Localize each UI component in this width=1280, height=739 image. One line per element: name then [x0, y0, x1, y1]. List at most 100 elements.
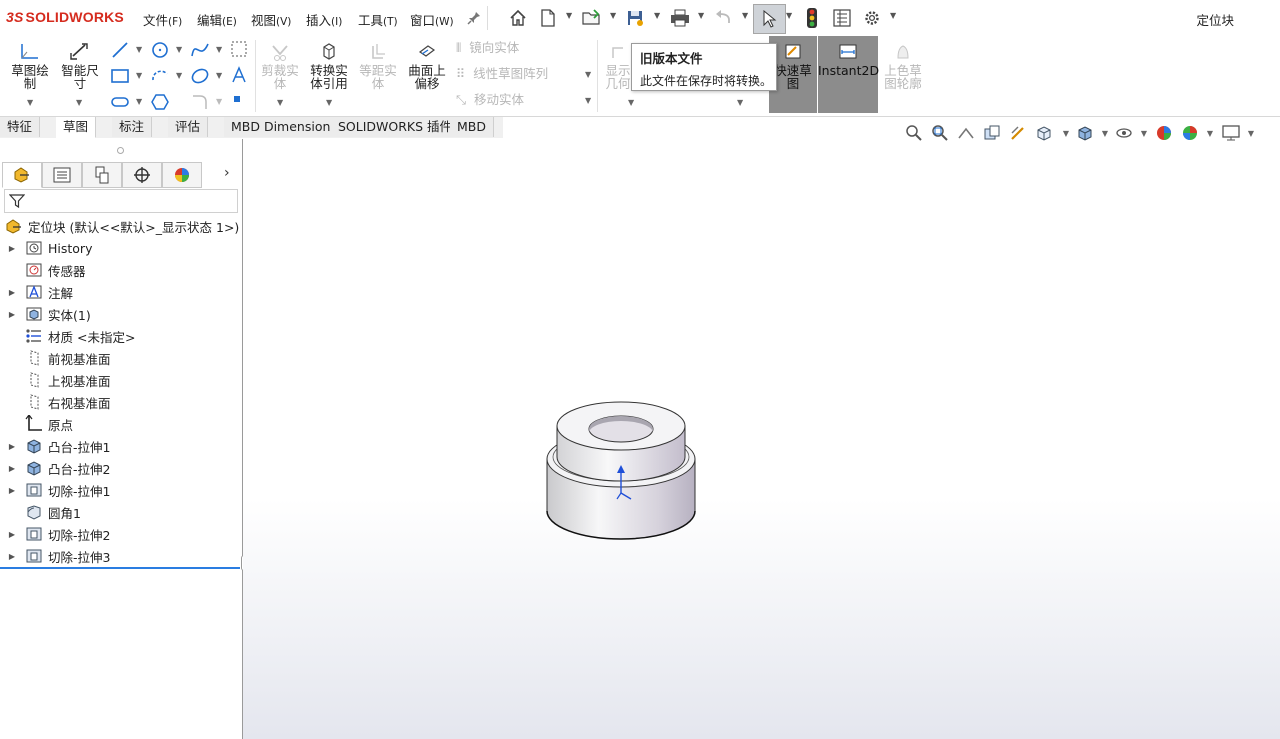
- undo-icon[interactable]: [714, 8, 734, 28]
- slot-tool[interactable]: [110, 92, 130, 115]
- home-icon[interactable]: [508, 8, 528, 28]
- part-model-3d[interactable]: [543, 389, 703, 549]
- tab-display-manager[interactable]: [162, 162, 202, 188]
- tab-mbd-dimensions[interactable]: MBD Dimensions: [224, 117, 345, 137]
- linear-sketch-pattern-button[interactable]: ⠿ 线性草图阵列: [456, 67, 548, 81]
- chevron-right-icon[interactable]: ›: [224, 165, 230, 181]
- select-tool-button[interactable]: [753, 4, 786, 34]
- chevron-down-icon[interactable]: ▼: [786, 12, 792, 20]
- chevron-down-icon[interactable]: ▼: [654, 12, 660, 20]
- chevron-down-icon[interactable]: ▼: [176, 71, 182, 80]
- tree-root-part[interactable]: 定位块 (默认<<默认>_显示状态 1>): [0, 215, 240, 237]
- chevron-down-icon[interactable]: ▼: [176, 45, 182, 54]
- chevron-down-icon[interactable]: ▼: [1134, 123, 1154, 143]
- chevron-down-icon[interactable]: ▼: [136, 97, 142, 106]
- expand-arrow-icon[interactable]: ▶: [0, 310, 24, 319]
- tree-filter-input[interactable]: [4, 189, 238, 213]
- tab-sketch[interactable]: 草图: [56, 117, 97, 138]
- save-icon[interactable]: [625, 8, 645, 28]
- expand-arrow-icon[interactable]: ▶: [0, 288, 24, 297]
- menu-insert[interactable]: 插入(I): [306, 10, 342, 29]
- tab-evaluate[interactable]: 评估: [168, 117, 209, 137]
- tree-item[interactable]: ▶ 切除-拉伸3: [0, 545, 240, 567]
- instant2d-button[interactable]: Instant2D: [818, 36, 879, 113]
- view-orientation-icon[interactable]: [1034, 123, 1054, 143]
- tree-item[interactable]: ▶ 凸台-拉伸1: [0, 435, 240, 457]
- expand-arrow-icon[interactable]: ▶: [0, 552, 24, 561]
- line-tool[interactable]: [110, 40, 130, 63]
- circle-tool[interactable]: [150, 40, 170, 63]
- chevron-down-icon[interactable]: ▼: [277, 98, 283, 107]
- open-folder-icon[interactable]: [582, 8, 602, 28]
- tab-features[interactable]: 特征: [0, 117, 41, 137]
- construction-geometry-tool[interactable]: [230, 40, 248, 61]
- arc-tool[interactable]: [150, 66, 170, 89]
- tree-item[interactable]: 右视基准面: [0, 391, 240, 413]
- tree-item[interactable]: ▶ History: [0, 237, 240, 259]
- menu-view[interactable]: 视图(V): [251, 10, 291, 29]
- chevron-down-icon[interactable]: ▼: [628, 98, 634, 107]
- previous-view-icon[interactable]: [956, 123, 976, 143]
- expand-arrow-icon[interactable]: ▶: [0, 464, 24, 473]
- expand-arrow-icon[interactable]: ▶: [0, 530, 24, 539]
- chevron-down-icon[interactable]: ▼: [742, 12, 748, 20]
- tree-item[interactable]: 传感器: [0, 259, 240, 281]
- mirror-entities-button[interactable]: ⫴ 镜向实体: [456, 41, 519, 55]
- chevron-down-icon[interactable]: ▼: [216, 71, 222, 80]
- chevron-down-icon[interactable]: ▼: [136, 45, 142, 54]
- chevron-down-icon[interactable]: ▼: [737, 98, 743, 107]
- tree-item[interactable]: ▶ 实体(1): [0, 303, 240, 325]
- hide-show-items-icon[interactable]: [1114, 123, 1134, 143]
- sketch-fillet-tool[interactable]: [190, 92, 210, 115]
- chevron-down-icon[interactable]: ▼: [585, 96, 591, 105]
- chevron-down-icon[interactable]: ▼: [136, 71, 142, 80]
- edit-appearance-icon[interactable]: [1154, 123, 1174, 143]
- tree-item[interactable]: ▶ 注解: [0, 281, 240, 303]
- point-icon[interactable]: [234, 96, 240, 102]
- print-icon[interactable]: [670, 8, 690, 28]
- offset-entities-button[interactable]: 等距实体: [356, 36, 400, 90]
- trim-entities-button[interactable]: 剪裁实体: [258, 36, 302, 90]
- rectangle-tool[interactable]: [110, 66, 130, 89]
- convert-entities-button[interactable]: 转换实体引用: [306, 36, 352, 90]
- offset-on-surface-button[interactable]: 曲面上偏移: [404, 36, 450, 90]
- chevron-down-icon[interactable]: ▼: [216, 45, 222, 54]
- chevron-down-icon[interactable]: ▼: [76, 98, 82, 107]
- menu-edit[interactable]: 编辑(E): [197, 10, 237, 29]
- tab-markup[interactable]: 标注: [112, 117, 153, 137]
- chevron-down-icon[interactable]: ▼: [585, 70, 591, 79]
- chevron-down-icon[interactable]: ▼: [890, 12, 896, 20]
- chevron-down-icon[interactable]: ▼: [610, 12, 616, 20]
- tab-solidworks-addins[interactable]: SOLIDWORKS 插件: [331, 117, 461, 137]
- chevron-down-icon[interactable]: ▼: [326, 98, 332, 107]
- chevron-down-icon[interactable]: ▼: [216, 97, 222, 106]
- tab-property-manager[interactable]: [42, 162, 82, 188]
- gear-icon[interactable]: [862, 8, 882, 28]
- tree-item[interactable]: 前视基准面: [0, 347, 240, 369]
- tree-item[interactable]: 材质 <未指定>: [0, 325, 240, 347]
- display-style-icon[interactable]: [1075, 123, 1095, 143]
- menu-window[interactable]: 窗口(W): [410, 10, 454, 29]
- smart-dimension-button[interactable]: 智能尺寸: [56, 36, 104, 90]
- new-document-icon[interactable]: [538, 8, 558, 28]
- tree-item[interactable]: ▶ 切除-拉伸2: [0, 523, 240, 545]
- zoom-to-fit-icon[interactable]: [904, 123, 924, 143]
- menu-tools[interactable]: 工具(T): [358, 10, 398, 29]
- tab-feature-manager[interactable]: [2, 162, 42, 188]
- chevron-down-icon[interactable]: ▼: [566, 12, 572, 20]
- sketch-button[interactable]: 草图绘制: [6, 36, 54, 90]
- pin-icon[interactable]: [464, 8, 484, 28]
- rollback-bar[interactable]: [0, 567, 240, 569]
- dynamic-annotation-icon[interactable]: [1008, 123, 1028, 143]
- chevron-down-icon[interactable]: ▼: [698, 12, 704, 20]
- shaded-sketch-contours-button[interactable]: 上色草图轮廓: [880, 36, 926, 90]
- expand-arrow-icon[interactable]: ▶: [0, 244, 24, 253]
- file-properties-icon[interactable]: [832, 8, 852, 28]
- expand-arrow-icon[interactable]: ▶: [0, 486, 24, 495]
- chevron-down-icon[interactable]: ▼: [27, 98, 33, 107]
- tree-item[interactable]: 圆角1: [0, 501, 240, 523]
- zoom-to-area-icon[interactable]: [930, 123, 950, 143]
- chevron-down-icon[interactable]: ▼: [1056, 123, 1076, 143]
- text-tool[interactable]: [230, 66, 248, 87]
- tab-dimxpert-manager[interactable]: [122, 162, 162, 188]
